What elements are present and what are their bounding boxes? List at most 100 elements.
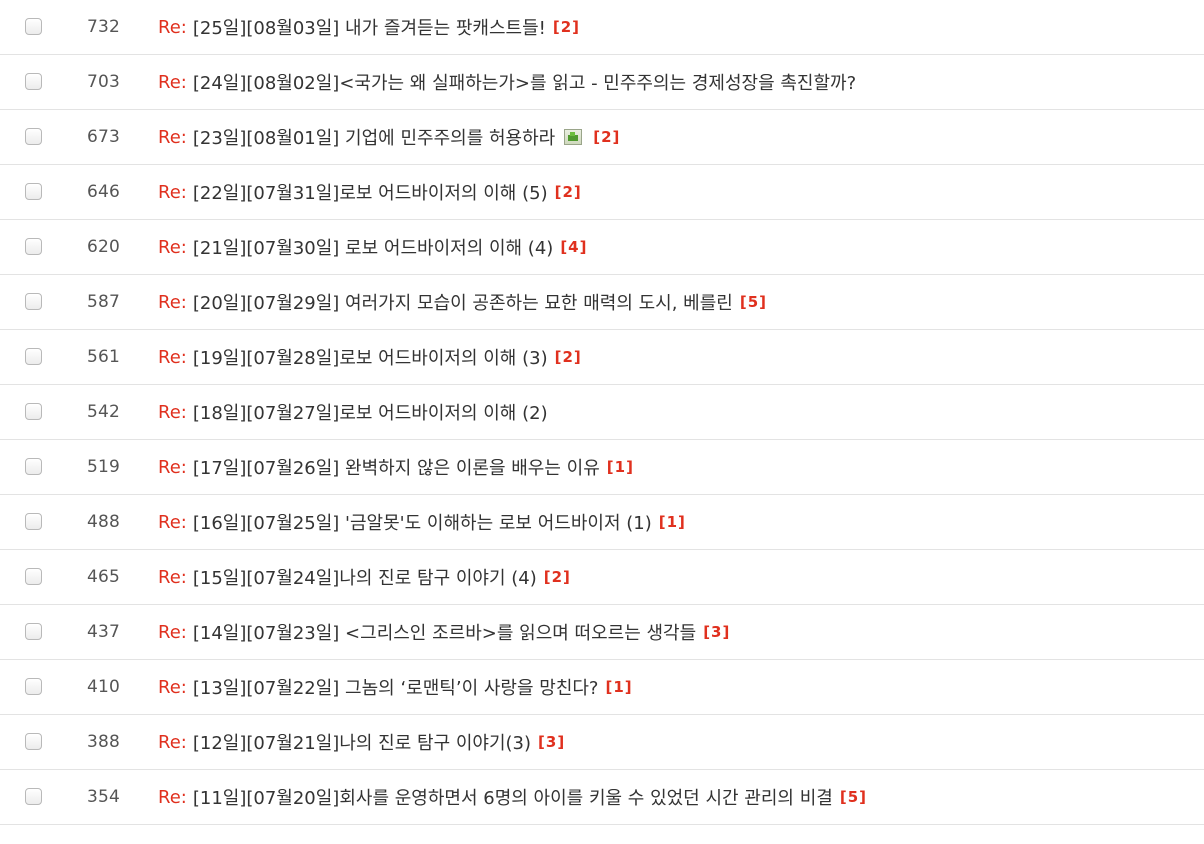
post-number: 488 bbox=[86, 512, 120, 532]
reply-prefix: Re: bbox=[158, 291, 187, 313]
post-title: Re: [17일][07월26일] 완벽하지 않은 이론을 배우는 이유 [1] bbox=[158, 454, 634, 480]
row-select-checkbox[interactable] bbox=[25, 403, 42, 420]
post-row: 488 Re: [16일][07월25일] '금알못'도 이해하는 로보 어드바이저… bbox=[0, 495, 1204, 550]
row-select-checkbox[interactable] bbox=[25, 18, 42, 35]
post-row: 410 Re: [13일][07월22일] 그놈의 ‘로맨틱’이 사랑을 망친다? [… bbox=[0, 660, 1204, 715]
post-title: Re: [20일][07월29일] 여러가지 모습이 공존하는 묘한 매력의 도시… bbox=[158, 289, 767, 315]
row-select-checkbox[interactable] bbox=[25, 568, 42, 585]
comment-count[interactable]: [2] bbox=[555, 183, 582, 201]
post-number: 587 bbox=[86, 292, 120, 312]
reply-prefix: Re: bbox=[158, 786, 187, 808]
post-number: 542 bbox=[86, 402, 120, 422]
row-select-checkbox[interactable] bbox=[25, 623, 42, 640]
reply-prefix: Re: bbox=[158, 566, 187, 588]
post-row: 542 Re: [18일][07월27일]로보 어드바이저의 이해 (2) bbox=[0, 385, 1204, 440]
reply-prefix: Re: bbox=[158, 731, 187, 753]
comment-count[interactable]: [2] bbox=[593, 128, 620, 146]
post-row: 465 Re: [15일][07월24일]나의 진로 탐구 이야기 (4) [2] bbox=[0, 550, 1204, 605]
reply-prefix: Re: bbox=[158, 456, 187, 478]
post-title-link[interactable]: [20일][07월29일] 여러가지 모습이 공존하는 묘한 매력의 도시, 베… bbox=[193, 289, 733, 315]
post-title: Re: [24일][08월02일]<국가는 왜 실패하는가>를 읽고 - 민주주의… bbox=[158, 69, 856, 95]
post-row: 646 Re: [22일][07월31일]로보 어드바이저의 이해 (5) [2] bbox=[0, 165, 1204, 220]
post-number: 437 bbox=[86, 622, 120, 642]
post-row: 561 Re: [19일][07월28일]로보 어드바이저의 이해 (3) [2] bbox=[0, 330, 1204, 385]
post-number: 646 bbox=[86, 182, 120, 202]
post-row: 620 Re: [21일][07월30일] 로보 어드바이저의 이해 (4) [4] bbox=[0, 220, 1204, 275]
post-title-link[interactable]: [25일][08월03일] 내가 즐겨듣는 팟캐스트들! bbox=[193, 14, 546, 40]
post-number: 354 bbox=[86, 787, 120, 807]
row-select-checkbox[interactable] bbox=[25, 238, 42, 255]
row-select-checkbox[interactable] bbox=[25, 73, 42, 90]
post-title: Re: [11일][07월20일]회사를 운영하면서 6명의 아이를 키울 수 있… bbox=[158, 784, 867, 810]
post-number: 410 bbox=[86, 677, 120, 697]
post-number: 732 bbox=[86, 17, 120, 37]
post-title: Re: [13일][07월22일] 그놈의 ‘로맨틱’이 사랑을 망친다? [1] bbox=[158, 674, 633, 700]
row-select-checkbox[interactable] bbox=[25, 513, 42, 530]
post-number: 673 bbox=[86, 127, 120, 147]
post-title-link[interactable]: [19일][07월28일]로보 어드바이저의 이해 (3) bbox=[193, 344, 548, 370]
row-select-checkbox[interactable] bbox=[25, 348, 42, 365]
post-title: Re: [25일][08월03일] 내가 즐겨듣는 팟캐스트들! [2] bbox=[158, 14, 580, 40]
post-title: Re: [16일][07월25일] '금알못'도 이해하는 로보 어드바이저 (1… bbox=[158, 509, 686, 535]
row-select-checkbox[interactable] bbox=[25, 458, 42, 475]
reply-prefix: Re: bbox=[158, 71, 187, 93]
post-title: Re: [15일][07월24일]나의 진로 탐구 이야기 (4) [2] bbox=[158, 564, 571, 590]
comment-count[interactable]: [5] bbox=[740, 293, 767, 311]
comment-count[interactable]: [4] bbox=[560, 238, 587, 256]
post-row: 703 Re: [24일][08월02일]<국가는 왜 실패하는가>를 읽고 - 민… bbox=[0, 55, 1204, 110]
reply-prefix: Re: bbox=[158, 401, 187, 423]
comment-count[interactable]: [1] bbox=[659, 513, 686, 531]
reply-prefix: Re: bbox=[158, 511, 187, 533]
comment-count[interactable]: [1] bbox=[607, 458, 634, 476]
post-title: Re: [19일][07월28일]로보 어드바이저의 이해 (3) [2] bbox=[158, 344, 582, 370]
reply-prefix: Re: bbox=[158, 16, 187, 38]
post-title: Re: [21일][07월30일] 로보 어드바이저의 이해 (4) [4] bbox=[158, 234, 587, 260]
comment-count[interactable]: [1] bbox=[606, 678, 633, 696]
post-title-link[interactable]: [15일][07월24일]나의 진로 탐구 이야기 (4) bbox=[193, 564, 537, 590]
row-select-checkbox[interactable] bbox=[25, 128, 42, 145]
image-attachment-icon bbox=[564, 129, 583, 145]
post-title-link[interactable]: [21일][07월30일] 로보 어드바이저의 이해 (4) bbox=[193, 234, 553, 260]
post-title-link[interactable]: [23일][08월01일] 기업에 민주주의를 허용하라 bbox=[193, 124, 555, 150]
post-title: Re: [12일][07월21일]나의 진로 탐구 이야기(3) [3] bbox=[158, 729, 565, 755]
comment-count[interactable]: [5] bbox=[840, 788, 867, 806]
post-number: 465 bbox=[86, 567, 120, 587]
post-title-link[interactable]: [22일][07월31일]로보 어드바이저의 이해 (5) bbox=[193, 179, 548, 205]
post-title-link[interactable]: [18일][07월27일]로보 어드바이저의 이해 (2) bbox=[193, 399, 548, 425]
post-row: 354 Re: [11일][07월20일]회사를 운영하면서 6명의 아이를 키울 … bbox=[0, 770, 1204, 825]
post-title: Re: [18일][07월27일]로보 어드바이저의 이해 (2) bbox=[158, 399, 548, 425]
reply-prefix: Re: bbox=[158, 346, 187, 368]
comment-count[interactable]: [2] bbox=[555, 348, 582, 366]
post-number: 620 bbox=[86, 237, 120, 257]
row-select-checkbox[interactable] bbox=[25, 293, 42, 310]
post-number: 561 bbox=[86, 347, 120, 367]
row-select-checkbox[interactable] bbox=[25, 788, 42, 805]
post-title: Re: [23일][08월01일] 기업에 민주주의를 허용하라 [2] bbox=[158, 124, 620, 150]
post-row: 388 Re: [12일][07월21일]나의 진로 탐구 이야기(3) [3] bbox=[0, 715, 1204, 770]
post-title-link[interactable]: [17일][07월26일] 완벽하지 않은 이론을 배우는 이유 bbox=[193, 454, 600, 480]
post-row: 519 Re: [17일][07월26일] 완벽하지 않은 이론을 배우는 이유 [1… bbox=[0, 440, 1204, 495]
comment-count[interactable]: [2] bbox=[553, 18, 580, 36]
reply-prefix: Re: bbox=[158, 236, 187, 258]
post-title-link[interactable]: [12일][07월21일]나의 진로 탐구 이야기(3) bbox=[193, 729, 531, 755]
post-number: 519 bbox=[86, 457, 120, 477]
reply-prefix: Re: bbox=[158, 621, 187, 643]
row-select-checkbox[interactable] bbox=[25, 678, 42, 695]
post-number: 703 bbox=[86, 72, 120, 92]
post-title-link[interactable]: [13일][07월22일] 그놈의 ‘로맨틱’이 사랑을 망친다? bbox=[193, 674, 599, 700]
post-title-link[interactable]: [16일][07월25일] '금알못'도 이해하는 로보 어드바이저 (1) bbox=[193, 509, 652, 535]
row-select-checkbox[interactable] bbox=[25, 183, 42, 200]
post-title-link[interactable]: [24일][08월02일]<국가는 왜 실패하는가>를 읽고 - 민주주의는 경… bbox=[193, 69, 856, 95]
row-select-checkbox[interactable] bbox=[25, 733, 42, 750]
post-title-link[interactable]: [11일][07월20일]회사를 운영하면서 6명의 아이를 키울 수 있었던 … bbox=[193, 784, 833, 810]
reply-prefix: Re: bbox=[158, 676, 187, 698]
post-title-link[interactable]: [14일][07월23일] <그리스인 조르바>를 읽으며 떠오르는 생각들 bbox=[193, 619, 696, 645]
comment-count[interactable]: [2] bbox=[544, 568, 571, 586]
comment-count[interactable]: [3] bbox=[538, 733, 565, 751]
post-row: 673 Re: [23일][08월01일] 기업에 민주주의를 허용하라 [2] bbox=[0, 110, 1204, 165]
reply-prefix: Re: bbox=[158, 126, 187, 148]
post-title: Re: [22일][07월31일]로보 어드바이저의 이해 (5) [2] bbox=[158, 179, 582, 205]
comment-count[interactable]: [3] bbox=[703, 623, 730, 641]
post-row: 437 Re: [14일][07월23일] <그리스인 조르바>를 읽으며 떠오르는… bbox=[0, 605, 1204, 660]
post-title: Re: [14일][07월23일] <그리스인 조르바>를 읽으며 떠오르는 생각… bbox=[158, 619, 730, 645]
